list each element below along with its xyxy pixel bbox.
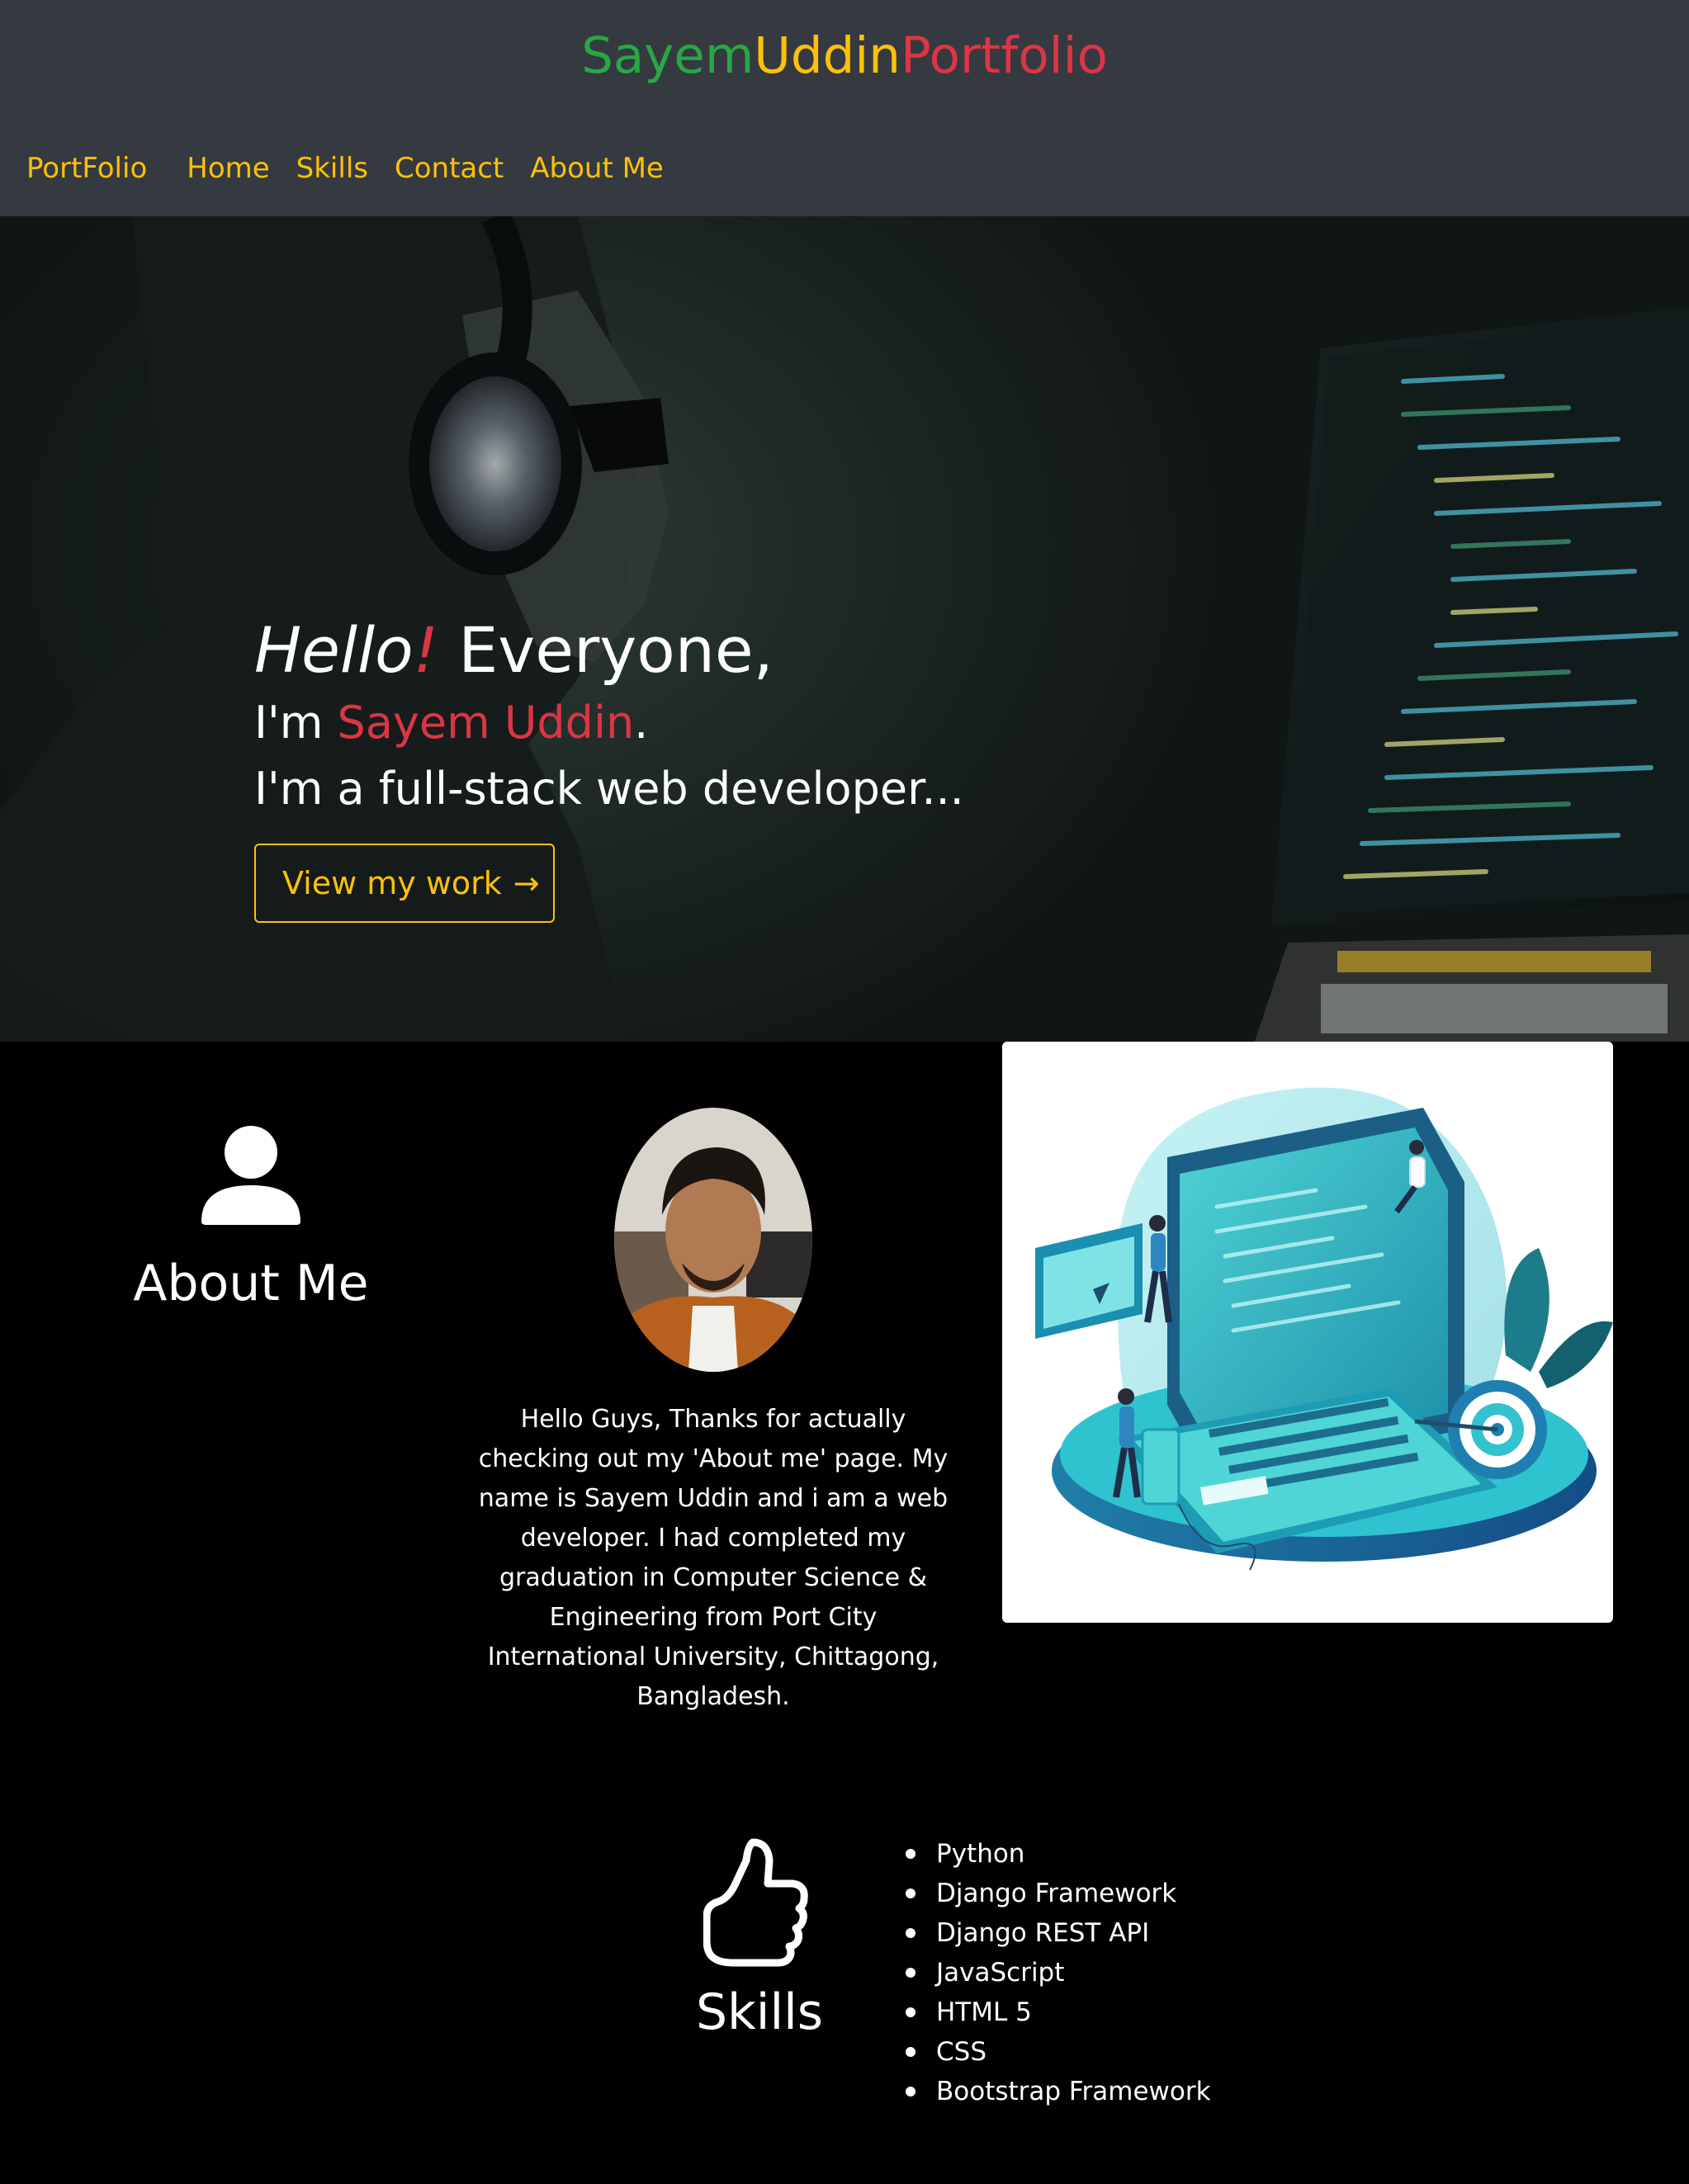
skills-title: Skills xyxy=(695,1983,824,2041)
brand-part-uddin: Uddin xyxy=(754,26,901,85)
developer-illustration xyxy=(1002,1042,1613,1623)
skill-item: Django REST API xyxy=(903,1913,1211,1953)
laptop-illustration xyxy=(1035,1087,1613,1571)
skills-list: Python Django Framework Django REST API … xyxy=(903,1834,1211,2111)
nav-brand-link[interactable]: PortFolio xyxy=(26,145,147,191)
view-my-work-button[interactable]: View my work → xyxy=(254,844,555,923)
main-nav: PortFolio Home Skills Contact About Me xyxy=(26,145,690,191)
skill-item: HTML 5 xyxy=(903,1993,1211,2032)
person-fill-icon xyxy=(201,1126,300,1225)
hero-intro: I'm Sayem Uddin. xyxy=(254,690,964,756)
hero-section: Hello! Everyone, I'm Sayem Uddin. I'm a … xyxy=(0,216,1689,1042)
skill-item: Bootstrap Framework xyxy=(903,2072,1211,2111)
skill-item: Python xyxy=(903,1834,1211,1874)
profile-photo xyxy=(614,1108,812,1372)
brand-part-portfolio: Portfolio xyxy=(900,26,1108,85)
hero-text-block: Hello! Everyone, I'm Sayem Uddin. I'm a … xyxy=(254,611,964,822)
hero-period: . xyxy=(634,697,649,749)
brand-part-sayem: Sayem xyxy=(581,26,755,85)
skill-item: Django Framework xyxy=(903,1874,1211,1913)
site-brand-title: SayemUddinPortfolio xyxy=(0,23,1689,89)
about-description: Hello Guys, Thanks for actually checking… xyxy=(478,1405,949,1711)
profile-avatar xyxy=(614,1108,812,1372)
site-header: SayemUddinPortfolio PortFolio Home Skill… xyxy=(0,0,1689,216)
nav-link-home[interactable]: Home xyxy=(187,145,269,191)
view-my-work-label: View my work xyxy=(282,865,502,901)
hero-name: Sayem Uddin xyxy=(337,697,635,749)
skill-item: CSS xyxy=(903,2032,1211,2072)
hero-hello: Hello xyxy=(254,613,414,687)
about-title: About Me xyxy=(133,1255,369,1312)
arrow-right-icon: → xyxy=(513,865,540,901)
nav-link-skills[interactable]: Skills xyxy=(296,145,368,191)
hero-exclamation: ! xyxy=(413,613,439,687)
hero-everyone: Everyone, xyxy=(438,613,774,687)
hero-im: I'm xyxy=(254,697,338,749)
hero-greeting: Hello! Everyone, xyxy=(254,611,964,690)
skill-item: JavaScript xyxy=(903,1953,1211,1993)
nav-link-about-me[interactable]: About Me xyxy=(530,145,664,191)
hero-tagline: I'm a full-stack web developer... xyxy=(254,763,964,815)
nav-link-contact[interactable]: Contact xyxy=(395,145,504,191)
hand-thumbs-up-icon xyxy=(703,1838,808,1967)
